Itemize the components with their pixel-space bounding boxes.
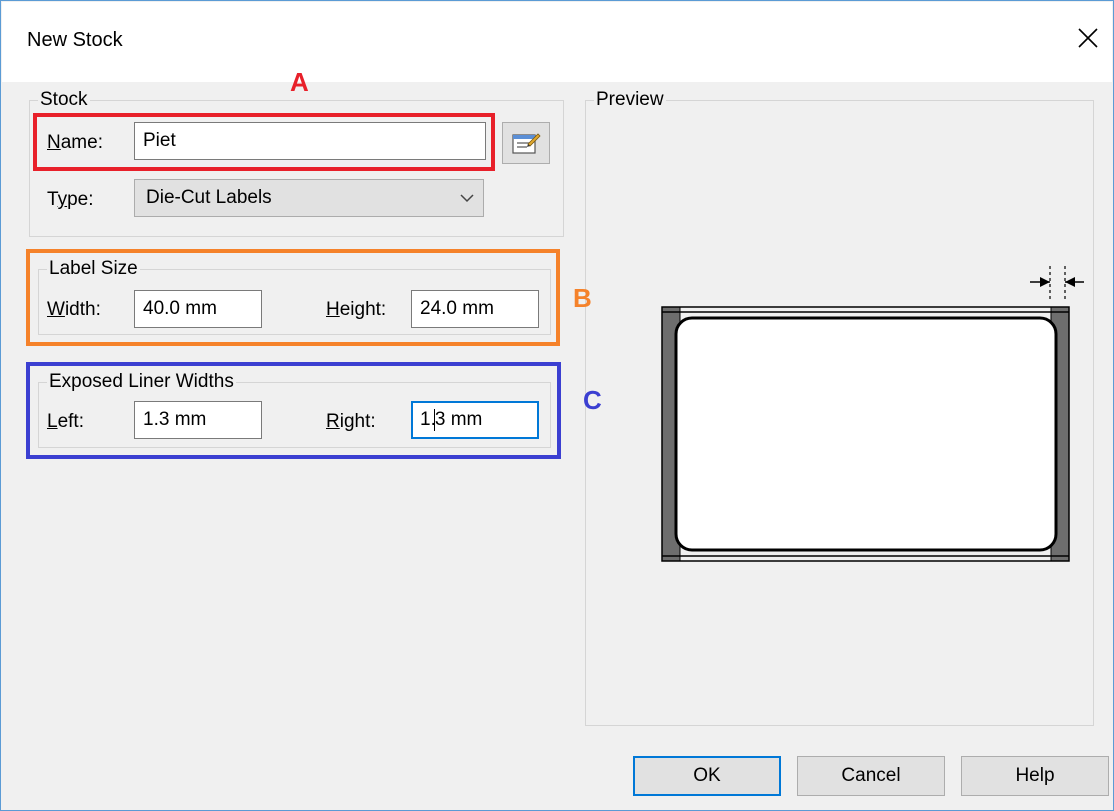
title-bar: New Stock: [2, 2, 1112, 82]
preview-legend: Preview: [594, 89, 666, 111]
name-field-value: Piet: [143, 130, 176, 151]
right-label: Right:: [326, 411, 376, 432]
type-label: Type:: [47, 189, 94, 210]
new-stock-dialog: New Stock Stock Name: Piet Type: Die-Cut…: [0, 0, 1114, 811]
window-title: New Stock: [27, 29, 123, 51]
right-liner-field[interactable]: 1.3 mm: [411, 401, 539, 439]
height-field[interactable]: 24.0 mm: [411, 290, 539, 328]
properties-button[interactable]: [502, 122, 550, 164]
annotation-label-a: A: [290, 67, 309, 97]
name-field[interactable]: Piet: [134, 122, 486, 160]
close-button[interactable]: [1068, 18, 1108, 58]
left-liner-field-value: 1.3 mm: [143, 409, 207, 430]
stock-group-legend: Stock: [38, 89, 90, 111]
right-liner-field-value: 1.3 mm: [420, 408, 483, 431]
height-field-value: 24.0 mm: [420, 298, 494, 319]
left-liner-field[interactable]: 1.3 mm: [134, 401, 262, 439]
properties-icon: [512, 133, 541, 154]
liner-width-marker-icon: [1030, 266, 1084, 301]
height-label: Height:: [326, 299, 387, 320]
width-label: Width:: [47, 299, 101, 320]
annotation-label-c: C: [583, 385, 602, 415]
label-size-legend: Label Size: [47, 258, 140, 280]
type-dropdown[interactable]: Die-Cut Labels: [134, 179, 484, 217]
chevron-down-icon: [460, 194, 474, 203]
die-cut-label: [674, 316, 1058, 552]
name-label: Name:: [47, 132, 103, 153]
liner-widths-legend: Exposed Liner Widths: [47, 371, 236, 393]
width-field-value: 40.0 mm: [143, 298, 217, 319]
annotation-label-b: B: [573, 283, 592, 313]
help-button[interactable]: Help: [961, 756, 1109, 796]
label-preview: [661, 266, 1084, 562]
type-dropdown-value: Die-Cut Labels: [146, 187, 272, 208]
cancel-button[interactable]: Cancel: [797, 756, 945, 796]
close-icon: [1078, 28, 1098, 48]
ok-button[interactable]: OK: [633, 756, 781, 796]
left-label: Left:: [47, 411, 84, 432]
width-field[interactable]: 40.0 mm: [134, 290, 262, 328]
